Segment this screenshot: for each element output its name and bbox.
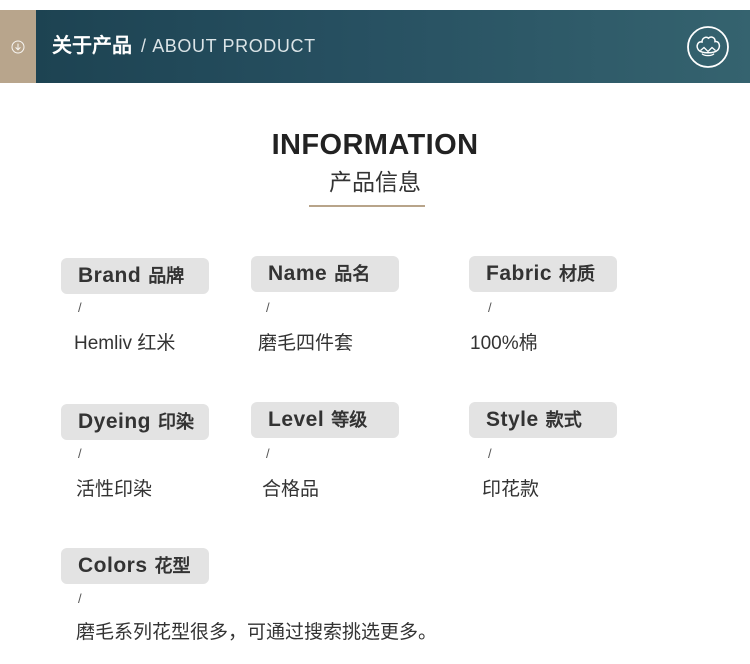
label-pill: Colors 花型 [61, 548, 209, 584]
item-value: 磨毛系列花型很多，可通过搜索挑选更多。 [76, 622, 438, 643]
label-cn: 花型 [154, 556, 191, 576]
info-subtitle: 产品信息 [329, 169, 421, 195]
info-item-dyeing: Dyeing 印染 / 活性印染 [61, 404, 209, 504]
label-pill: Brand 品牌 [61, 258, 209, 294]
label-cn: 材质 [559, 264, 596, 284]
label-en: Style [486, 408, 539, 431]
info-item-level: Level 等级 / 合格品 [251, 402, 399, 502]
info-title: INFORMATION [271, 129, 479, 161]
separator: / [266, 300, 270, 315]
info-item-brand: Brand 品牌 / Hemliv 红米 [61, 258, 209, 358]
info-item-colors: Colors 花型 / 磨毛系列花型很多，可通过搜索挑选更多。 [61, 548, 437, 648]
item-value: 合格品 [262, 479, 320, 500]
label-pill: Fabric 材质 [469, 256, 617, 292]
label-cn: 等级 [331, 410, 368, 430]
separator: / [488, 446, 492, 461]
title-underline [309, 205, 425, 207]
header-accent-block [0, 10, 36, 83]
label-en: Level [268, 408, 325, 431]
separator: / [78, 591, 82, 606]
separator: / [488, 300, 492, 315]
label-cn: 款式 [545, 410, 582, 430]
label-cn: 印染 [158, 412, 195, 432]
label-en: Name [268, 262, 328, 285]
info-item-style: Style 款式 / 印花款 [469, 402, 617, 502]
separator: / [78, 446, 82, 461]
label-cn: 品牌 [148, 266, 185, 286]
label-pill: Level 等级 [251, 402, 399, 438]
info-item-fabric: Fabric 材质 / 100%棉 [469, 256, 617, 356]
label-en: Brand [78, 264, 142, 287]
item-value: 磨毛四件套 [258, 333, 354, 354]
item-value: Hemliv 红米 [74, 333, 176, 354]
separator: / [266, 446, 270, 461]
item-value: 100%棉 [470, 333, 538, 354]
item-value: 活性印染 [76, 479, 153, 500]
info-item-name: Name 品名 / 磨毛四件套 [251, 256, 399, 356]
circle-down-arrow-icon [11, 40, 25, 54]
header-title-cn: 关于产品 [52, 35, 132, 57]
separator: / [78, 300, 82, 315]
label-pill: Style 款式 [469, 402, 617, 438]
header-bar: 关于产品 / ABOUT PRODUCT [36, 10, 750, 83]
label-pill: Dyeing 印染 [61, 404, 209, 440]
label-pill: Name 品名 [251, 256, 399, 292]
header-title: 关于产品 / ABOUT PRODUCT [52, 10, 316, 83]
label-en: Dyeing [78, 410, 152, 433]
label-cn: 品名 [334, 264, 371, 284]
cotton-flower-icon [687, 26, 729, 68]
header-title-en: / ABOUT PRODUCT [141, 36, 316, 56]
item-value: 印花款 [482, 479, 540, 500]
label-en: Fabric [486, 262, 553, 285]
product-info-page: 关于产品 / ABOUT PRODUCT INFORMATION 产品信息 Bra… [0, 0, 750, 664]
label-en: Colors [78, 554, 148, 577]
